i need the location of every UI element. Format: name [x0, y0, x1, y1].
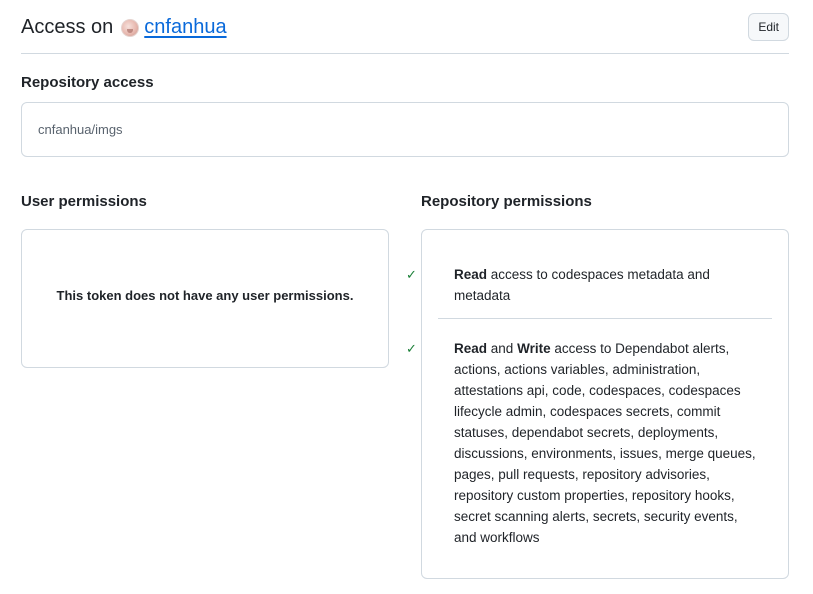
permission-scope-text: access to codespaces metadata and metada… — [454, 267, 710, 303]
check-icon: ✓ — [406, 341, 417, 356]
user-permissions-heading: User permissions — [21, 193, 147, 210]
repository-name: cnfanhua/imgs — [38, 122, 123, 137]
token-access-page: Access on cnfanhua Edit Repository acces… — [0, 0, 813, 594]
check-icon: ✓ — [406, 267, 417, 282]
permission-item: ✓ Read and Write access to Dependabot ale… — [406, 338, 760, 548]
title-prefix: Access on — [21, 15, 114, 38]
page-title: Access on cnfanhua — [21, 16, 227, 39]
owner-link[interactable]: cnfanhua — [144, 16, 226, 39]
permission-scope-text: access to Dependabot alerts, actions, ac… — [454, 341, 756, 545]
avatar-icon — [121, 19, 140, 37]
permission-level-joiner: and — [490, 341, 514, 356]
user-permissions-empty-message: This token does not have any user permis… — [56, 288, 354, 303]
header-divider — [21, 53, 789, 54]
repository-access-heading: Repository access — [21, 74, 154, 91]
permission-level-read: Read — [454, 267, 488, 282]
repository-permissions-heading: Repository permissions — [421, 193, 592, 210]
user-permissions-box: This token does not have any user permis… — [21, 229, 389, 368]
permission-level-write: Write — [517, 341, 551, 356]
edit-button[interactable]: Edit — [748, 13, 789, 41]
permission-item: ✓ Read access to codespaces metadata and … — [406, 264, 760, 306]
permission-divider — [438, 318, 772, 319]
repository-access-box: cnfanhua/imgs — [21, 102, 789, 157]
repository-permissions-box: ✓ Read access to codespaces metadata and … — [406, 229, 789, 579]
access-header: Access on cnfanhua Edit — [21, 12, 789, 42]
permission-level-read: Read — [454, 341, 488, 356]
